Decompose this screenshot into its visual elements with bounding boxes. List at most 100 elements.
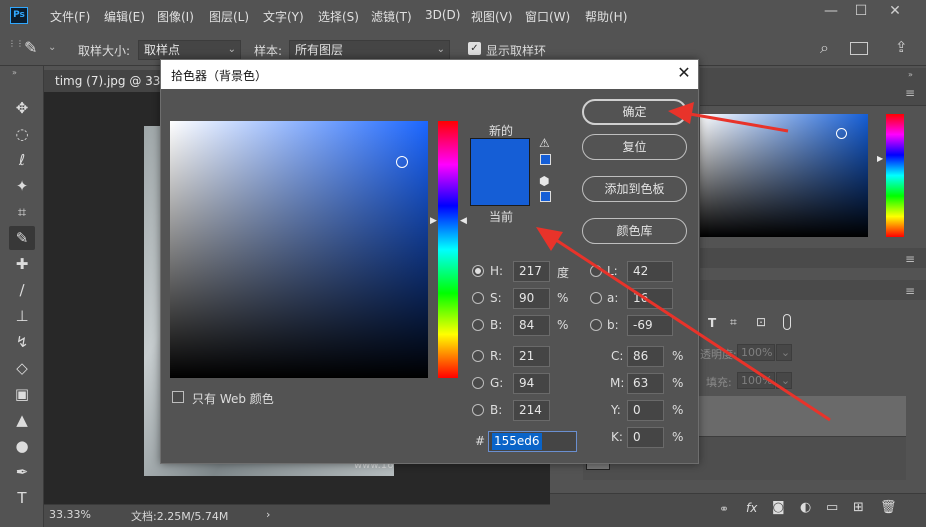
web-colors-only-checkbox[interactable]: [172, 391, 184, 403]
lab-b-field[interactable]: -69: [627, 315, 673, 336]
menu-edit[interactable]: 编辑(E): [104, 8, 145, 25]
lab-b-radio[interactable]: [590, 319, 602, 331]
menu-type[interactable]: 文字(Y): [263, 8, 304, 25]
smart-object-filter-icon[interactable]: ⊡: [756, 315, 766, 329]
share-icon[interactable]: ⇪: [895, 38, 908, 56]
chevron-down-icon[interactable]: ⌄: [48, 42, 56, 53]
hue-slider-right-arrow-icon[interactable]: ◀: [460, 216, 467, 226]
type-tool-icon[interactable]: T: [9, 486, 35, 510]
add-mask-icon[interactable]: ◙: [772, 500, 785, 515]
color-panel-marker[interactable]: [836, 128, 847, 139]
hue-slider-left-arrow-icon[interactable]: ▶: [430, 216, 437, 226]
healing-brush-tool-icon[interactable]: ✚: [9, 252, 35, 276]
eraser-tool-icon[interactable]: ◇: [9, 356, 35, 380]
fill-field[interactable]: 100%: [737, 372, 775, 389]
saturation-radio[interactable]: [472, 292, 484, 304]
menu-help[interactable]: 帮助(H): [585, 8, 627, 25]
gradient-tool-icon[interactable]: ▣: [9, 382, 35, 406]
reset-button[interactable]: 复位: [582, 134, 687, 160]
blue-radio[interactable]: [472, 404, 484, 416]
menu-file[interactable]: 文件(F): [50, 8, 90, 25]
opacity-field[interactable]: 100%: [737, 344, 775, 361]
menu-window[interactable]: 窗口(W): [525, 8, 570, 25]
menu-3d[interactable]: 3D(D): [425, 8, 460, 22]
color-panel-hue-strip[interactable]: [886, 114, 904, 237]
lasso-tool-icon[interactable]: ℓ: [9, 148, 35, 172]
brightness-field[interactable]: 84: [513, 315, 550, 336]
status-menu-arrow[interactable]: ›: [266, 508, 270, 521]
current-color-swatch[interactable]: [470, 172, 530, 206]
saturation-field[interactable]: 90: [513, 288, 550, 309]
red-field[interactable]: 21: [513, 346, 550, 367]
color-libraries-button[interactable]: 颜色库: [582, 218, 687, 244]
search-icon[interactable]: ⌕: [820, 38, 829, 58]
menu-select[interactable]: 选择(S): [318, 8, 359, 25]
shape-filter-icon[interactable]: ⌗: [730, 315, 737, 330]
dodge-tool-icon[interactable]: ●: [9, 434, 35, 458]
hue-field[interactable]: 217: [513, 261, 550, 282]
add-to-swatches-button[interactable]: 添加到色板: [582, 176, 687, 202]
stamp-tool-icon[interactable]: ⊥: [9, 304, 35, 328]
zoom-level[interactable]: 33.33%: [49, 508, 91, 521]
web-safe-cube-icon[interactable]: ⬢: [539, 174, 549, 188]
hex-field[interactable]: 155ed6: [488, 431, 577, 452]
gamut-color-swatch[interactable]: [540, 154, 551, 165]
panel-menu-icon-3[interactable]: ≡: [905, 284, 915, 298]
eyedropper-icon[interactable]: ✎: [24, 38, 37, 57]
new-layer-icon[interactable]: ⊞: [853, 500, 864, 515]
crop-tool-icon[interactable]: ⌗: [9, 200, 35, 224]
pen-tool-icon[interactable]: ✒: [9, 460, 35, 484]
lab-l-field[interactable]: 42: [627, 261, 673, 282]
red-radio[interactable]: [472, 350, 484, 362]
panel-menu-icon[interactable]: ≡: [905, 86, 915, 100]
workspace-icon[interactable]: [850, 42, 868, 55]
brightness-radio[interactable]: [472, 319, 484, 331]
magic-wand-tool-icon[interactable]: ✦: [9, 174, 35, 198]
color-marker[interactable]: [396, 156, 408, 168]
hue-slider-arrow-icon[interactable]: ▶: [877, 154, 883, 163]
document-tab[interactable]: timg (7).jpg @ 33.3: [44, 70, 164, 92]
ok-button[interactable]: 确定: [582, 99, 687, 125]
filter-toggle-icon[interactable]: [783, 314, 791, 330]
menu-layer[interactable]: 图层(L): [209, 8, 249, 25]
magenta-field[interactable]: 63: [627, 373, 664, 394]
chevron-down-icon[interactable]: ⌄: [776, 344, 792, 361]
panel-collapse-icon[interactable]: »: [908, 70, 913, 79]
blue-field[interactable]: 214: [513, 400, 550, 421]
menu-image[interactable]: 图像(I): [157, 8, 194, 25]
yellow-field[interactable]: 0: [627, 400, 664, 421]
link-layers-icon[interactable]: ⚭: [719, 502, 729, 516]
lab-a-radio[interactable]: [590, 292, 602, 304]
window-close-button[interactable]: ✕: [880, 0, 910, 22]
history-brush-tool-icon[interactable]: ↯: [9, 330, 35, 354]
type-filter-icon[interactable]: T: [708, 316, 716, 330]
lab-l-radio[interactable]: [590, 265, 602, 277]
move-tool-icon[interactable]: ✥: [9, 96, 35, 120]
menu-view[interactable]: 视图(V): [471, 8, 513, 25]
hue-radio[interactable]: [472, 265, 484, 277]
adjustment-layer-icon[interactable]: ◐: [800, 500, 811, 515]
saturation-brightness-field[interactable]: [170, 121, 428, 378]
maximize-button[interactable]: ☐: [846, 0, 876, 22]
cyan-field[interactable]: 86: [627, 346, 664, 367]
black-field[interactable]: 0: [627, 427, 664, 448]
show-ring-checkbox[interactable]: ✓: [468, 42, 481, 55]
delete-layer-icon[interactable]: 🗑: [880, 500, 897, 515]
collapse-icon[interactable]: »: [12, 68, 17, 77]
menu-filter[interactable]: 滤镜(T): [371, 8, 412, 25]
panel-menu-icon-2[interactable]: ≡: [905, 252, 915, 266]
marquee-tool-icon[interactable]: ◌: [9, 122, 35, 146]
dialog-close-button[interactable]: ✕: [675, 63, 693, 83]
sample-size-select[interactable]: 取样点 ⌄: [138, 40, 241, 60]
chevron-down-icon[interactable]: ⌄: [776, 372, 792, 389]
new-group-icon[interactable]: ▭: [826, 500, 838, 515]
green-field[interactable]: 94: [513, 373, 550, 394]
blur-tool-icon[interactable]: ▲: [9, 408, 35, 432]
minimize-button[interactable]: —: [816, 0, 846, 22]
out-of-gamut-warning-icon[interactable]: ⚠: [539, 136, 550, 150]
brush-tool-icon[interactable]: ∕: [9, 278, 35, 302]
web-safe-color-swatch[interactable]: [540, 191, 551, 202]
hue-slider[interactable]: [438, 121, 458, 378]
green-radio[interactable]: [472, 377, 484, 389]
eyedropper-tool-icon[interactable]: ✎: [9, 226, 35, 250]
